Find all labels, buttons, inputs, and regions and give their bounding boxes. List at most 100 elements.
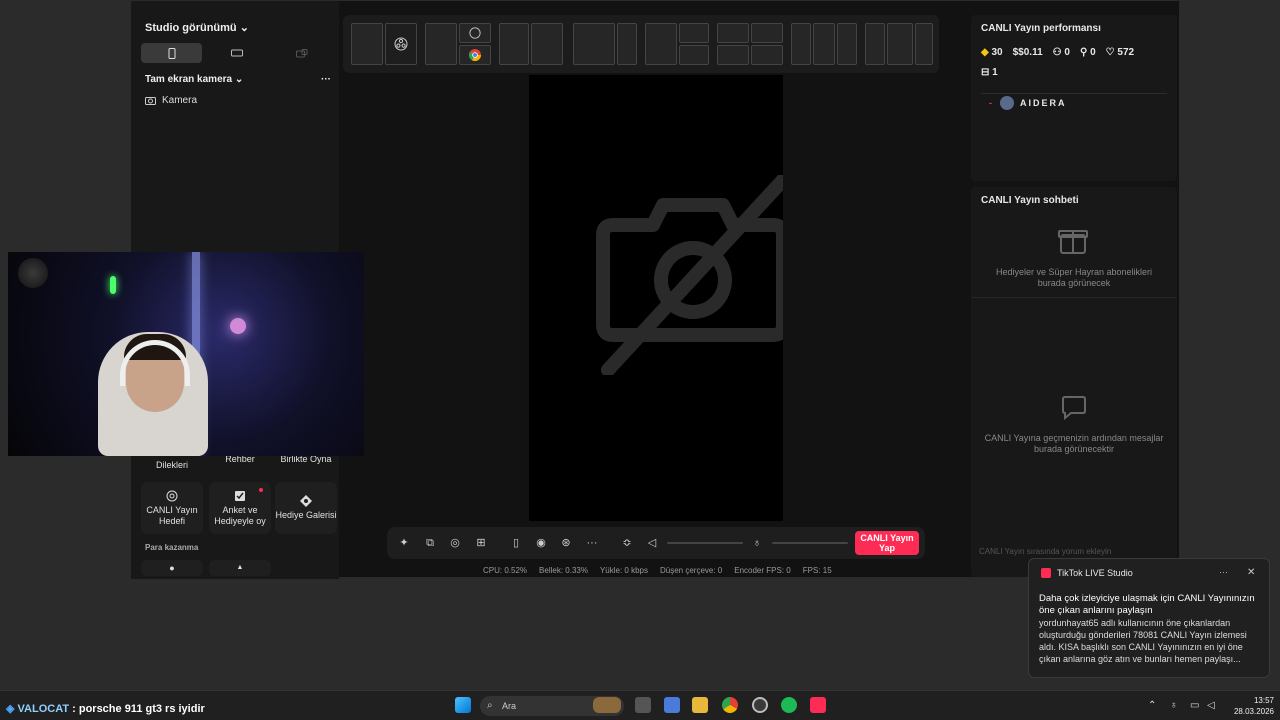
layout-wide-b[interactable]: [617, 23, 637, 65]
control-bar: ✦ ⧉ ◎ ⊞ ▯ ◉ ⊛ ··· ≎ ◁ ♁ CANLI Yayın Yap: [387, 527, 925, 559]
more-icon[interactable]: ···: [585, 536, 599, 550]
gifts-row: ⊟ 1: [981, 67, 998, 78]
layout-chrome[interactable]: [459, 45, 491, 65]
memory-stat: Bellek: 0.33%: [539, 566, 588, 575]
stream-preview: [529, 75, 783, 521]
layout-single[interactable]: [351, 23, 383, 65]
dartboard: [18, 258, 48, 288]
settings-sliders-icon[interactable]: ≎: [620, 536, 634, 550]
landscape-icon: [230, 49, 243, 57]
layout-three-b[interactable]: [679, 23, 709, 43]
add-layer-icon[interactable]: ⊞: [474, 536, 488, 550]
notification-toast[interactable]: TikTok LIVE Studio ··· ✕ Daha çok izleyi…: [1028, 558, 1270, 678]
wishes-tool[interactable]: Dilekleri: [141, 456, 203, 474]
layout-cols-e[interactable]: [887, 23, 913, 65]
gift-icon: ⊟: [981, 67, 990, 78]
tiktok-icon: [1041, 568, 1051, 578]
source-camera[interactable]: Kamera: [145, 95, 197, 106]
performance-metrics: ◆ 30 $$0.11 ⚇ 0 ⚲ 0 ♡ 572: [981, 47, 1134, 58]
viewers-icon: ⚇: [1052, 47, 1062, 58]
volume-slider[interactable]: [667, 542, 743, 544]
monetization-section-label: Para kazanma: [145, 543, 199, 552]
layout-four-b[interactable]: [751, 23, 783, 43]
task-view-icon[interactable]: [635, 697, 651, 713]
record-icon[interactable]: ◉: [534, 536, 548, 550]
spotify-icon[interactable]: [781, 697, 797, 713]
diamond-icon: ◆: [981, 47, 989, 58]
upload-stat: Yükle: 0 kbps: [599, 566, 648, 575]
viewers-value: 0: [1064, 47, 1070, 58]
layout-four-d[interactable]: [751, 45, 783, 65]
layout-cols-c[interactable]: [837, 23, 857, 65]
obs-icon[interactable]: [752, 697, 768, 713]
layout-split-left[interactable]: [425, 23, 457, 65]
layout-four-c[interactable]: [717, 45, 749, 65]
windows-start-icon[interactable]: [455, 697, 471, 713]
top-viewer-row[interactable]: - AIDERA: [989, 96, 1067, 110]
layout-four-a[interactable]: [717, 23, 749, 43]
gift-gallery-tool[interactable]: Hediye Galerisi: [275, 482, 337, 534]
more-options-icon[interactable]: ···: [321, 74, 331, 85]
layout-two-a[interactable]: [499, 23, 529, 65]
store-icon[interactable]: [664, 697, 680, 713]
layout-wide-a[interactable]: [573, 23, 615, 65]
layout-cols-d[interactable]: [865, 23, 885, 65]
chrome-icon[interactable]: [722, 697, 738, 713]
tool-icon: ▲: [236, 563, 244, 571]
go-live-button[interactable]: CANLI Yayın Yap: [855, 531, 919, 555]
layout-cols-b[interactable]: [813, 23, 835, 65]
file-explorer-icon[interactable]: [692, 697, 708, 713]
layout-obs-small[interactable]: [459, 23, 491, 43]
source-label: Kamera: [162, 95, 198, 106]
performance-panel: CANLI Yayın performansı ◆ 30 $$0.11 ⚇ 0 …: [971, 15, 1177, 181]
dual-view-button[interactable]: [272, 43, 333, 63]
add-source-icon[interactable]: ⧉: [423, 536, 437, 550]
magic-wand-icon[interactable]: ✦: [397, 536, 411, 550]
ai-icon[interactable]: ◎: [448, 536, 462, 550]
layout-two-b[interactable]: [531, 23, 563, 65]
fps-stat: FPS: 15: [802, 566, 832, 575]
monetization-tool-2[interactable]: ▲: [209, 560, 271, 576]
portrait-button[interactable]: [141, 43, 203, 63]
monetization-tool-1[interactable]: ●: [141, 560, 203, 576]
camera-switch-icon[interactable]: ⊛: [559, 536, 573, 550]
layout-obs[interactable]: [385, 23, 417, 65]
poll-tool[interactable]: Anket ve Hediyeyle oy: [209, 482, 271, 534]
gifts-value: 1: [992, 67, 998, 78]
gifts-empty-text: Hediyeler ve Süper Hayran abonelikleri b…: [995, 267, 1153, 288]
weather-widget-icon[interactable]: [593, 697, 621, 713]
scene-row[interactable]: Tam ekran kamera ⌄ ···: [145, 74, 331, 85]
studio-view-label: Studio görünümü: [145, 22, 237, 34]
phone-icon[interactable]: ▯: [509, 536, 523, 550]
close-icon[interactable]: ✕: [1247, 567, 1255, 578]
followers-value: 0: [1090, 47, 1096, 58]
tiktok-live-studio-icon[interactable]: [810, 697, 826, 713]
microphone-icon[interactable]: ♁: [1170, 700, 1178, 711]
network-icon[interactable]: ▭: [1190, 700, 1199, 711]
toast-body: yordunhayat65 adlı kullanıcının öne çıka…: [1039, 618, 1247, 664]
desktop: Studio görünümü ⌄ Tam ekran kamera ⌄ ···…: [0, 0, 1280, 690]
chevron-up-icon[interactable]: ⌃: [1148, 700, 1156, 711]
new-follower-icon: ⚲: [1079, 47, 1088, 58]
layout-three-c[interactable]: [679, 45, 709, 65]
stats-bar: CPU: 0.52% Bellek: 0.33% Yükle: 0 kbps D…: [483, 566, 832, 575]
microphone-icon[interactable]: ♁: [750, 536, 764, 550]
clock[interactable]: 13:57 28.03.2026: [1226, 695, 1274, 717]
rank-dash: -: [989, 98, 994, 108]
studio-view-dropdown[interactable]: Studio görünümü ⌄: [145, 21, 249, 34]
diamonds-value: 30: [991, 47, 1003, 58]
toast-app-name: TikTok LIVE Studio: [1057, 568, 1133, 578]
volume-icon[interactable]: ◁: [1207, 700, 1215, 711]
target-icon: [166, 490, 178, 502]
search-icon: ⌕: [487, 700, 493, 711]
toast-menu-icon[interactable]: ···: [1219, 567, 1228, 577]
obs-icon: [394, 37, 408, 51]
speaker-icon[interactable]: ◁: [645, 536, 659, 550]
layout-cols-a[interactable]: [791, 23, 811, 65]
layout-three-a[interactable]: [645, 23, 677, 65]
landscape-button[interactable]: [206, 43, 267, 63]
live-goal-tool[interactable]: CANLI Yayın Hedefi: [141, 482, 203, 534]
layout-cols-f[interactable]: [915, 23, 933, 65]
mic-slider[interactable]: [772, 542, 848, 544]
webcam-overlay: [8, 252, 364, 456]
